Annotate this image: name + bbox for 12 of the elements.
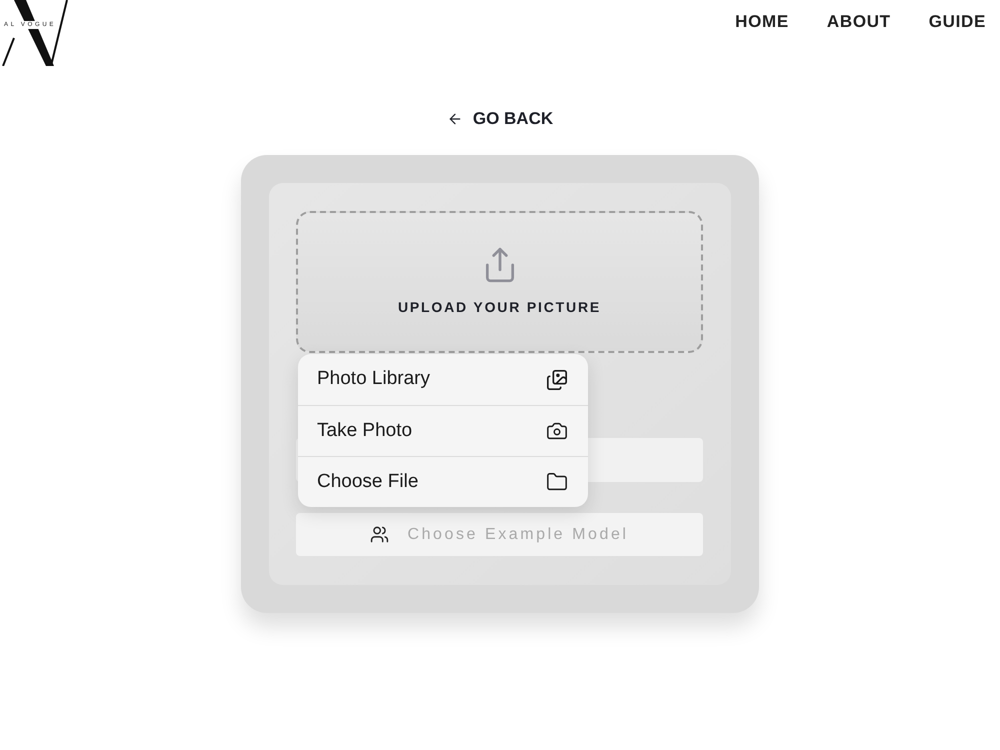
go-back-link[interactable]: GO BACK: [446, 108, 554, 130]
users-icon: [370, 525, 390, 544]
photos-icon: [546, 368, 568, 390]
folder-icon: [546, 471, 568, 493]
camera-icon: [546, 420, 568, 442]
menu-item[interactable]: Take Photo: [298, 405, 588, 456]
nav-link[interactable]: HOME: [735, 12, 789, 32]
nav-link[interactable]: GUIDE: [928, 12, 986, 32]
upload-dropzone[interactable]: UPLOAD YOUR PICTURE: [296, 211, 703, 353]
menu-item[interactable]: Photo Library: [298, 354, 588, 405]
nav-link[interactable]: ABOUT: [826, 12, 891, 32]
menu-item[interactable]: Choose File: [298, 456, 588, 507]
